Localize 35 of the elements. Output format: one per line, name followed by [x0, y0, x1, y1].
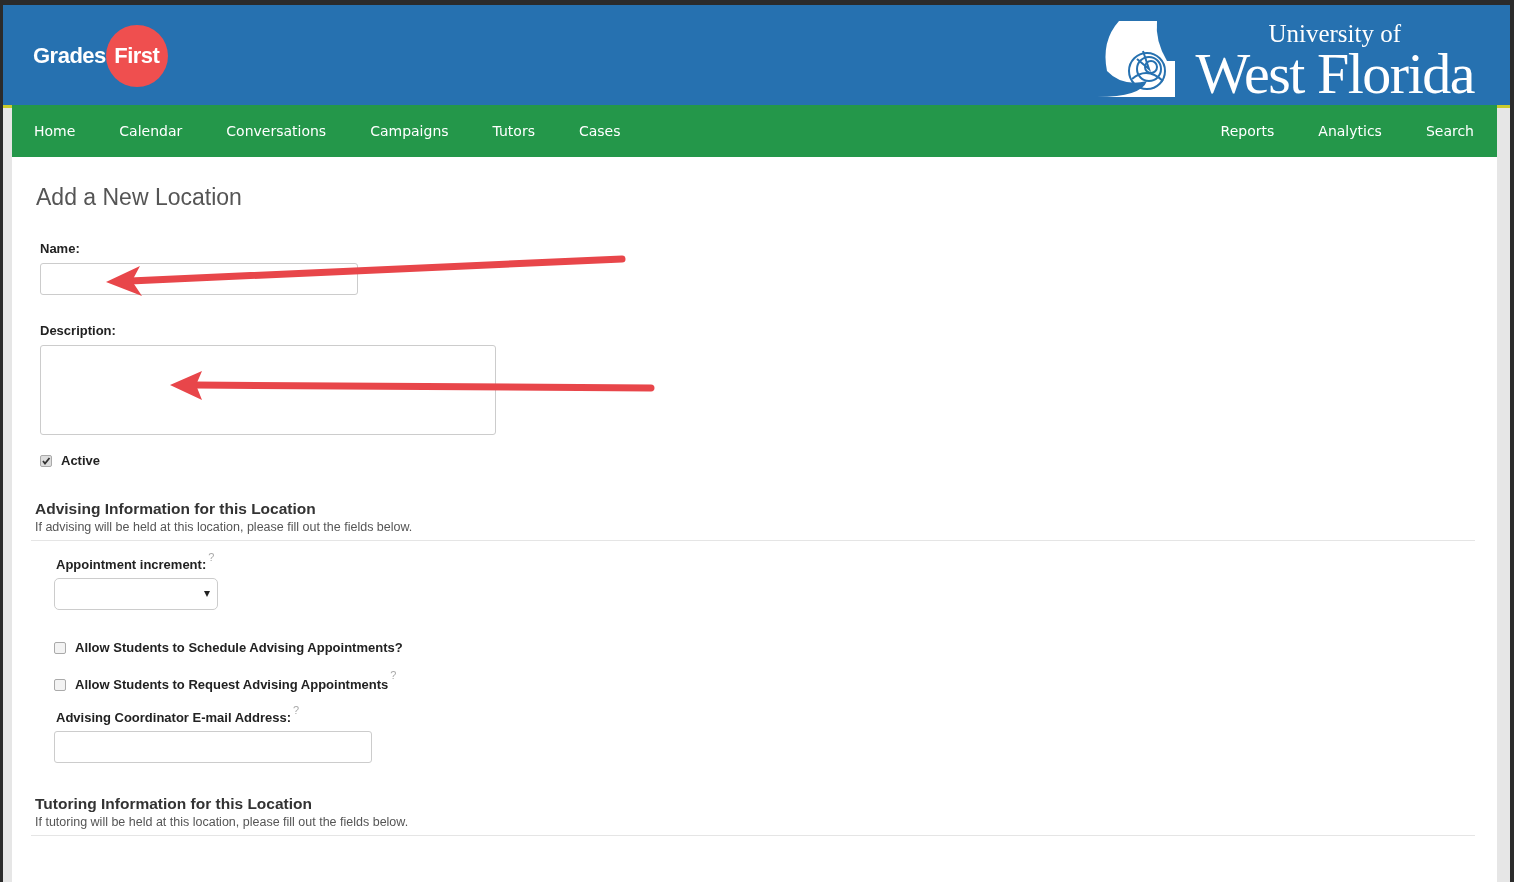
help-mark[interactable]: ?: [208, 551, 215, 563]
dropdown-field[interactable]: [54, 578, 218, 610]
caret-icon: [204, 591, 210, 597]
nav-link[interactable]: Cases: [578, 123, 621, 139]
logo-circle: First: [105, 25, 168, 87]
section-heading: Tutoring Information for this Location: [35, 795, 313, 813]
logo-text: Grades: [33, 43, 106, 69]
textarea-field[interactable]: [40, 345, 496, 435]
nav-link[interactable]: Calendar: [119, 123, 183, 139]
page-title: Add a New Location: [36, 184, 243, 211]
checkbox-label: Allow Students to Request Advising Appointments: [75, 677, 389, 692]
checkbox[interactable]: [54, 678, 66, 691]
nav-link[interactable]: Tutors: [492, 123, 535, 139]
help-mark[interactable]: ?: [293, 704, 300, 716]
nav-link[interactable]: Campaigns: [370, 123, 449, 139]
field-label: Advising Coordinator E-mail Address:: [56, 710, 291, 725]
field-label: Name:: [40, 241, 81, 256]
nav-link[interactable]: Home: [34, 123, 76, 139]
checkbox-label: Active: [61, 453, 101, 468]
section-heading: Advising Information for this Location: [35, 500, 317, 518]
nav-link[interactable]: Conversations: [226, 123, 327, 139]
help-mark[interactable]: ?: [390, 669, 397, 681]
checkbox[interactable]: [54, 641, 66, 654]
nav-link[interactable]: Analytics: [1318, 123, 1382, 139]
field-label: Description:: [40, 323, 117, 338]
checkbox-label: Allow Students to Schedule Advising Appointments?: [75, 640, 403, 655]
section-description: If tutoring will be held at this location, please fill out the fields below.: [35, 815, 410, 829]
checkbox[interactable]: [40, 454, 52, 467]
nav-link[interactable]: Search: [1425, 123, 1474, 139]
field-label: Appointment increment:: [56, 557, 207, 572]
section-description: If advising will be held at this location, please fill out the fields below.: [35, 520, 414, 534]
nav-link[interactable]: Reports: [1220, 123, 1275, 139]
input-field[interactable]: [54, 731, 372, 763]
university-name-small: University of: [1268, 21, 1401, 47]
university-name-large: West Florida: [1195, 47, 1474, 101]
